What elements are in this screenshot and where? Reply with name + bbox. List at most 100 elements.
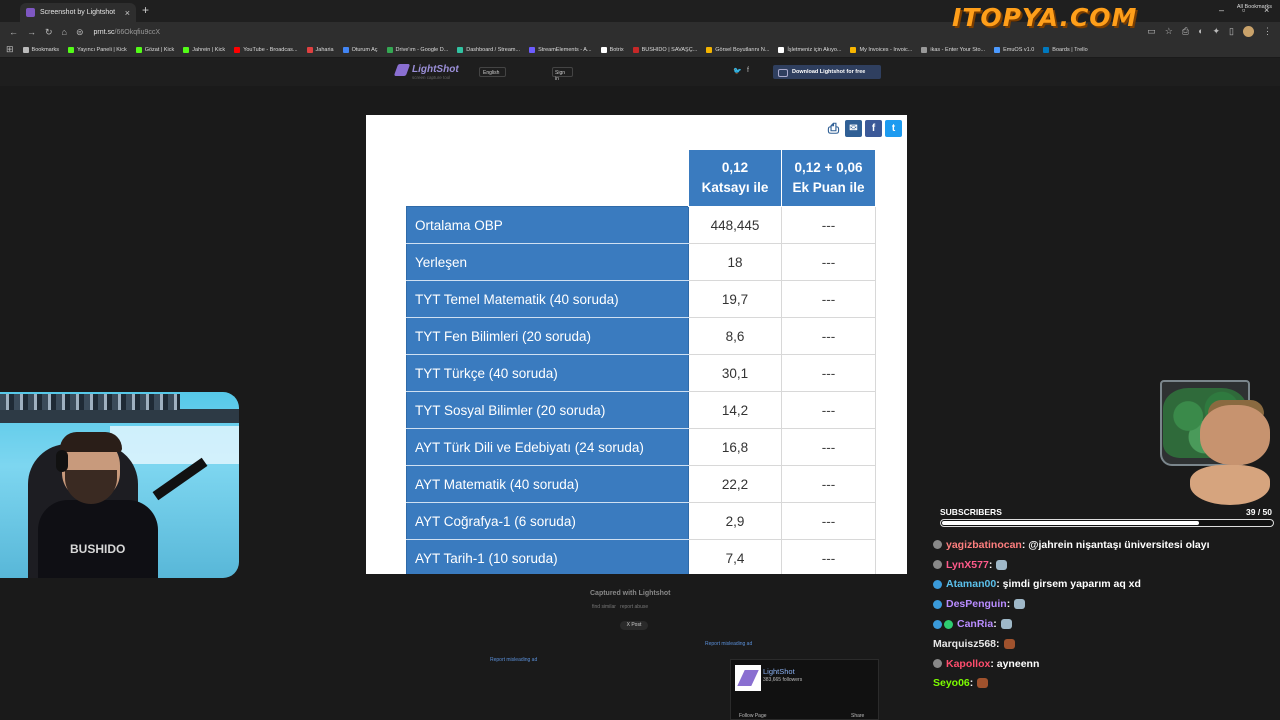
bookmark-favicon-icon: [994, 46, 1001, 53]
bookmark-favicon-icon: [632, 46, 639, 53]
puzzle-icon[interactable]: ✦: [1213, 26, 1221, 37]
facebook-icon[interactable]: f: [747, 67, 749, 74]
chat-username[interactable]: LynX577: [946, 559, 989, 571]
headset-icon: [56, 450, 68, 472]
chat-username[interactable]: CanRia: [957, 618, 993, 630]
bookmark-item[interactable]: İşletmeniz için Akıyo...: [778, 46, 842, 53]
facebook-icon[interactable]: f: [865, 120, 882, 137]
fb-page-name[interactable]: LightShot: [763, 667, 795, 676]
row-value: 448,445: [688, 206, 782, 244]
image-links: find similar report abuse: [592, 604, 648, 610]
all-bookmarks-link[interactable]: All Bookmarks: [1237, 4, 1272, 10]
row-extra: ---: [781, 243, 876, 281]
tab-active[interactable]: Screenshot by Lightshot ×: [20, 3, 136, 22]
twitter-icon[interactable]: 🐦: [733, 67, 742, 75]
bookmark-item[interactable]: Dashboard / Stream...: [457, 46, 520, 53]
bookmark-item[interactable]: Oturum Aç: [342, 46, 378, 53]
download-lightshot-button[interactable]: Download Lightshot for free: [773, 65, 881, 79]
bookmark-label: BUSHIDO | SAVAŞÇ...: [641, 46, 698, 53]
fb-follow-button[interactable]: Follow Page: [739, 713, 767, 719]
shirt-logo: BUSHIDO: [70, 542, 126, 556]
cast-icon[interactable]: ▭: [1147, 26, 1156, 37]
bookmark-favicon-icon: [386, 46, 393, 53]
lightshot-page-avatar[interactable]: [735, 665, 761, 691]
extension-icon[interactable]: ◐: [1198, 26, 1203, 37]
bookmark-item[interactable]: BUSHIDO | SAVAŞÇ...: [632, 46, 698, 53]
sidebar-icon[interactable]: ▯: [1229, 26, 1234, 37]
row-label: TYT Türkçe (40 soruda): [406, 354, 689, 392]
bookmark-item[interactable]: Gözat | Kick: [135, 46, 174, 53]
table-row: Ortalama OBP 448,445 ---: [406, 206, 876, 244]
find-similar-link[interactable]: find similar: [592, 604, 616, 610]
x-post-button[interactable]: X Post: [620, 621, 648, 630]
row-value: 14,2: [688, 391, 782, 429]
table-corner: [406, 149, 689, 207]
chat-username[interactable]: yagizbatinocan: [946, 539, 1022, 551]
bookmark-item[interactable]: Jaharia: [306, 46, 334, 53]
site-info-icon[interactable]: ⊜: [76, 27, 84, 38]
bookmark-favicon-icon: [778, 46, 785, 53]
minimize-button[interactable]: –: [1219, 5, 1224, 15]
bookmark-item[interactable]: StreamElements - A...: [529, 46, 592, 53]
chat-username[interactable]: Seyo06: [933, 677, 970, 689]
chat-text: :: [988, 558, 993, 571]
report-abuse-link[interactable]: report abuse: [620, 604, 648, 610]
mail-icon[interactable]: ✉: [845, 120, 862, 137]
chat-text: :: [969, 677, 974, 690]
star-icon[interactable]: ☆: [1165, 26, 1173, 37]
report-ad-link[interactable]: Report misleading ad: [705, 641, 752, 647]
bookmark-item[interactable]: EmuOS v1.0: [994, 46, 1034, 53]
lightshot-brand[interactable]: LightShot: [412, 64, 459, 75]
bookmark-item[interactable]: Drive'ım - Google D...: [386, 46, 449, 53]
tab-close-icon[interactable]: ×: [125, 8, 130, 18]
forward-icon[interactable]: →: [27, 27, 36, 37]
signin-button[interactable]: Sign in: [552, 67, 573, 82]
print-icon[interactable]: ⎙: [825, 120, 842, 137]
bookmark-label: Drive'ım - Google D...: [395, 46, 449, 53]
bookmark-item[interactable]: Jahrein | Kick: [183, 46, 225, 53]
chat-username[interactable]: DesPenguin: [946, 598, 1007, 610]
subscriber-label: SUBSCRIBERS: [940, 507, 1002, 517]
back-icon[interactable]: ←: [9, 27, 18, 37]
reload-icon[interactable]: ↻: [45, 27, 53, 38]
language-select[interactable]: English: [479, 67, 506, 77]
row-extra: ---: [781, 391, 876, 429]
url-field[interactable]: prnt.sc/66Okqfiu9ccX: [94, 29, 161, 36]
chat-message: DesPenguin :: [933, 594, 1273, 614]
chat-username[interactable]: Marquisz568: [933, 638, 996, 650]
table-row: AYT Tarih-1 (10 soruda) 7,4 ---: [406, 539, 876, 574]
chat-badge-icon: [933, 619, 942, 629]
meme-hand: [1190, 465, 1270, 505]
chat-text: : @jahrein nişantaşı üniversitesi olayı: [1021, 538, 1210, 551]
profile-avatar[interactable]: [1243, 26, 1254, 37]
fb-share-button[interactable]: Share: [851, 713, 864, 719]
chat-username[interactable]: Kapollox: [946, 658, 990, 670]
row-extra: ---: [781, 428, 876, 466]
bookmarks-bar: ⊞ Bookmarks Yayıncı Paneli | Kick Gözat | …: [0, 42, 1280, 57]
bookmark-item[interactable]: Yayıncı Paneli | Kick: [68, 46, 127, 53]
microphone-arm: [152, 457, 208, 501]
home-icon[interactable]: ⌂: [62, 27, 67, 37]
bookmark-item[interactable]: ikas - Enter Your Sto...: [921, 46, 985, 53]
bookmark-label: İşletmeniz için Akıyo...: [787, 46, 842, 53]
chat-username[interactable]: Ataman00: [946, 578, 996, 590]
twitter-icon[interactable]: t: [885, 120, 902, 137]
apps-grid-icon[interactable]: ⊞: [6, 44, 14, 55]
table-row: TYT Türkçe (40 soruda) 30,1 ---: [406, 354, 876, 392]
bookmark-item[interactable]: Boards | Trello: [1043, 46, 1088, 53]
bookmark-item[interactable]: My Invoices - Invoic...: [850, 46, 912, 53]
menu-icon[interactable]: ⋮: [1263, 26, 1272, 37]
new-tab-button[interactable]: +: [142, 3, 149, 17]
bookmark-item[interactable]: Botrix: [600, 46, 624, 53]
itopya-overlay-logo: ITOPYA.COM: [952, 3, 1138, 32]
bookmark-item[interactable]: YouTube - Broadcas...: [234, 46, 298, 53]
meme-face: [1200, 405, 1270, 465]
bookmark-favicon-icon: [529, 46, 536, 53]
bookmark-item[interactable]: Görsel Boyutlarını N...: [706, 46, 769, 53]
row-label: TYT Temel Matematik (40 soruda): [406, 280, 689, 318]
print-icon[interactable]: ⎙: [1182, 26, 1189, 37]
chat-message: Marquisz568 :: [933, 634, 1273, 654]
url-path: /66Okqfiu9ccX: [114, 28, 161, 36]
bookmark-item[interactable]: Bookmarks: [22, 46, 59, 53]
report-ad-link[interactable]: Report misleading ad: [490, 657, 537, 663]
